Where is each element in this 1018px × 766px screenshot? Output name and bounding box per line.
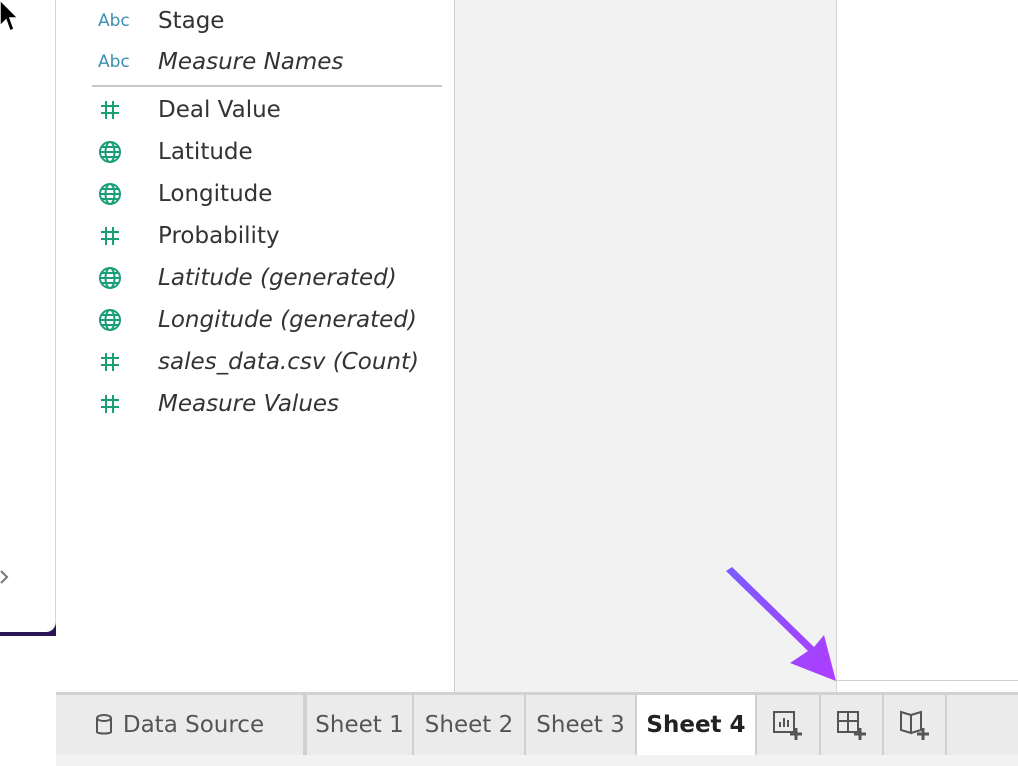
side-panel [0,0,56,632]
field-longitude[interactable]: Longitude [98,173,458,215]
new-dashboard-button[interactable] [821,695,884,755]
tab-label: Sheet 3 [536,712,624,738]
field-longitude-generated[interactable]: Longitude (generated) [98,299,458,341]
new-story-button[interactable] [884,695,947,755]
field-deal-value[interactable]: Deal Value [98,89,458,131]
globe-icon [98,308,158,332]
chevron-right-icon[interactable] [0,570,10,584]
tab-sheet-3[interactable]: Sheet 3 [526,695,637,755]
field-label: sales_data.csv (Count) [158,349,419,375]
field-latitude[interactable]: Latitude [98,131,458,173]
field-record-count[interactable]: sales_data.csv (Count) [98,341,458,383]
field-latitude-generated[interactable]: Latitude (generated) [98,257,458,299]
new-dashboard-icon [836,710,868,740]
number-icon [98,350,158,374]
field-label: Measure Values [158,391,339,417]
number-icon [98,392,158,416]
tab-sheet-4[interactable]: Sheet 4 [637,695,757,755]
number-icon [98,224,158,248]
tab-label: Sheet 4 [646,712,745,738]
field-label: Latitude [158,139,253,165]
field-label: Longitude (generated) [158,307,417,333]
number-icon [98,98,158,122]
tab-bar-footer [56,755,1018,766]
tab-label: Sheet 2 [425,712,513,738]
field-label: Probability [158,223,280,249]
annotation-arrow [720,565,850,685]
tab-label: Data Source [123,712,264,738]
sheet-tab-bar: Data Source Sheet 1 Sheet 2 Sheet 3 Shee… [56,692,1018,755]
measures-list: Deal Value Latitude Longitude Probabilit… [56,0,454,692]
new-worksheet-button[interactable] [757,695,821,755]
globe-icon [98,182,158,206]
database-icon [95,714,113,736]
tab-sheet-1[interactable]: Sheet 1 [305,695,414,755]
new-story-icon [899,710,931,740]
field-label: Latitude (generated) [158,265,397,291]
tab-data-source[interactable]: Data Source [56,695,305,755]
field-label: Longitude [158,181,272,207]
new-worksheet-icon [772,710,804,740]
tab-sheet-2[interactable]: Sheet 2 [414,695,526,755]
globe-icon [98,266,158,290]
field-probability[interactable]: Probability [98,215,458,257]
tab-label: Sheet 1 [315,712,403,738]
view-canvas[interactable] [837,0,1018,681]
globe-icon [98,140,158,164]
field-measure-values[interactable]: Measure Values [98,383,458,425]
field-label: Deal Value [158,97,281,123]
mouse-cursor-icon [0,0,20,34]
